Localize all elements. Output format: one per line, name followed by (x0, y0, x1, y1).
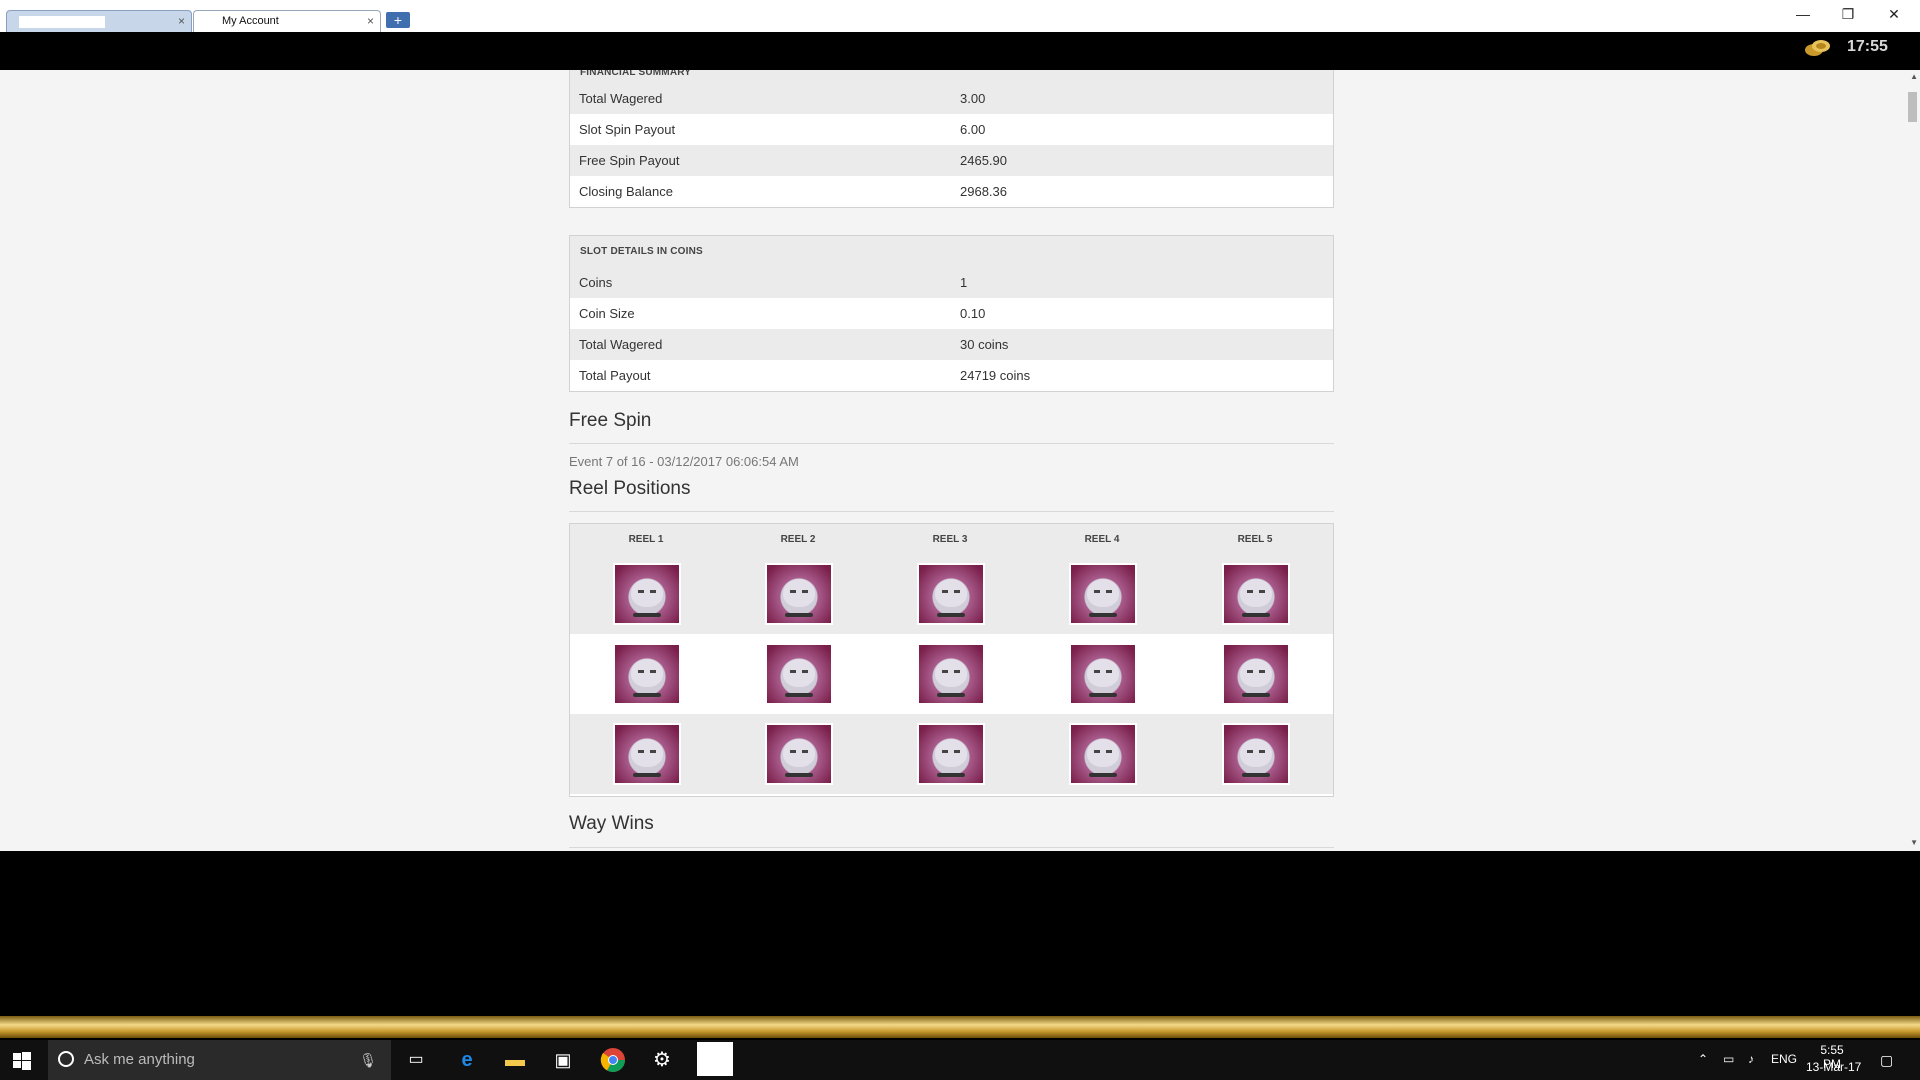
persian-cat-symbol (1069, 643, 1137, 705)
persian-cat-symbol (1222, 723, 1290, 785)
chrome-icon[interactable] (599, 1046, 627, 1074)
reel-row (570, 634, 1333, 714)
reel-header: REEL 4 (1084, 534, 1120, 545)
close-window-icon[interactable]: ✕ (1884, 6, 1904, 23)
chevron-up-icon[interactable]: ⌃ (1698, 1052, 1708, 1066)
settings-icon[interactable]: ⚙ (648, 1046, 676, 1074)
app-clock: 17:55 (1847, 38, 1888, 55)
cortana-icon (58, 1051, 74, 1067)
reel-header-row: REEL 1 REEL 2 REEL 3 REEL 4 REEL 5 (570, 524, 1333, 554)
tab-close-icon[interactable]: × (178, 14, 185, 28)
divider (569, 511, 1334, 512)
row-value: 2968.36 (960, 184, 1007, 199)
persian-cat-symbol (917, 643, 985, 705)
persian-cat-symbol (765, 723, 833, 785)
row-value: 1 (960, 275, 968, 290)
table-row: Slot Spin Payout 6.00 (570, 114, 1333, 145)
free-spin-title: Free Spin (569, 410, 652, 431)
language-indicator[interactable]: ENG (1771, 1052, 1797, 1066)
row-label: Free Spin Payout (579, 153, 680, 168)
gold-divider-bar (0, 1016, 1920, 1038)
action-center-icon[interactable]: ▢ (1880, 1052, 1893, 1069)
row-value: 2465.90 (960, 153, 1007, 168)
reel-header: REEL 1 (628, 534, 664, 545)
vertical-scrollbar[interactable] (1906, 70, 1920, 851)
row-label: Coins (579, 275, 613, 290)
row-value: 0.10 (960, 306, 986, 321)
reel-row (570, 714, 1333, 794)
file-explorer-icon[interactable]: ▬ (501, 1046, 529, 1074)
app-header (0, 32, 1920, 70)
scroll-down-arrow-icon[interactable]: ▼ (1910, 838, 1918, 847)
persian-cat-symbol (765, 563, 833, 625)
row-label: Total Payout (579, 368, 651, 383)
row-label: Total Wagered (579, 91, 663, 106)
row-value: 6.00 (960, 122, 986, 137)
divider (569, 443, 1334, 444)
volume-icon[interactable]: ♪ (1748, 1052, 1754, 1066)
row-label: Closing Balance (579, 184, 673, 199)
table-row: Total Payout 24719 coins (570, 360, 1333, 391)
table-row: Total Wagered 3.00 (570, 83, 1333, 114)
persian-cat-symbol (917, 723, 985, 785)
reel-header: REEL 5 (1237, 534, 1273, 545)
table-row: Total Wagered 30 coins (570, 329, 1333, 360)
persian-cat-symbol (613, 723, 681, 785)
persian-cat-symbol (1222, 643, 1290, 705)
browser-tab-my-account[interactable]: My Account × (193, 10, 381, 33)
windows-start-icon[interactable] (13, 1052, 31, 1070)
persian-cat-symbol (1069, 563, 1137, 625)
row-value: 3.00 (960, 91, 986, 106)
task-view-icon[interactable]: ▭ (402, 1046, 430, 1074)
persian-cat-symbol (1069, 723, 1137, 785)
persian-cat-symbol (1222, 563, 1290, 625)
persian-cat-symbol (917, 563, 985, 625)
browser-tab-1[interactable]: × (6, 10, 192, 33)
slot-details-panel: SLOT DETAILS IN COINS Coins 1 Coin Size … (569, 235, 1334, 392)
reel-positions-grid: REEL 1 REEL 2 REEL 3 REEL 4 REEL 5 (569, 523, 1334, 797)
financial-summary-panel: FINANCIAL SUMMARY Total Wagered 3.00 Slo… (569, 70, 1334, 208)
table-row: Coin Size 0.10 (570, 298, 1333, 329)
financial-summary-heading: FINANCIAL SUMMARY (570, 70, 1333, 83)
restore-icon[interactable]: ❐ (1838, 6, 1858, 23)
edge-icon[interactable]: e (453, 1046, 481, 1074)
persian-cat-symbol (765, 643, 833, 705)
minimize-icon[interactable]: — (1793, 6, 1813, 22)
scroll-up-arrow-icon[interactable]: ▲ (1910, 72, 1918, 81)
reel-header: REEL 3 (932, 534, 968, 545)
row-label: Total Wagered (579, 337, 663, 352)
active-app-icon[interactable] (697, 1042, 733, 1076)
table-row: Free Spin Payout 2465.90 (570, 145, 1333, 176)
row-label: Coin Size (579, 306, 635, 321)
persian-cat-symbol (613, 563, 681, 625)
tab-label: My Account (222, 15, 279, 27)
slot-details-heading: SLOT DETAILS IN COINS (570, 236, 1333, 267)
new-tab-button[interactable]: + (386, 12, 410, 28)
network-icon[interactable]: ▭ (1723, 1052, 1734, 1066)
way-wins-title: Way Wins (569, 813, 654, 834)
taskbar-date[interactable]: 13-Mar-17 (1806, 1060, 1861, 1074)
page-viewport[interactable]: FINANCIAL SUMMARY Total Wagered 3.00 Slo… (0, 70, 1920, 851)
scrollbar-thumb[interactable] (1908, 92, 1917, 122)
persian-cat-symbol (613, 643, 681, 705)
reel-row (570, 554, 1333, 634)
store-icon[interactable]: ▣ (549, 1046, 577, 1074)
table-row: Coins 1 (570, 267, 1333, 298)
microphone-icon[interactable]: 🎙 (359, 1052, 377, 1069)
row-label: Slot Spin Payout (579, 122, 676, 137)
cortana-search-box[interactable]: Ask me anything 🎙 (48, 1040, 391, 1080)
browser-tab-bar: × My Account × + — ❐ ✕ (0, 0, 1920, 33)
search-placeholder: Ask me anything (84, 1051, 195, 1068)
reel-positions-title: Reel Positions (569, 478, 691, 499)
table-row: Closing Balance 2968.36 (570, 176, 1333, 207)
row-value: 24719 coins (960, 368, 1031, 383)
tab-close-icon[interactable]: × (367, 14, 374, 28)
row-value: 30 coins (960, 337, 1009, 352)
divider (569, 847, 1334, 848)
gold-coins-icon (1805, 40, 1830, 56)
tab-title-redacted (19, 16, 105, 28)
windows-taskbar: Ask me anything 🎙 ▭ e ▬ ▣ ⚙ ⌃ ▭ ♪ ENG 5:… (0, 1040, 1920, 1080)
reel-header: REEL 2 (780, 534, 816, 545)
event-info: Event 7 of 16 - 03/12/2017 06:06:54 AM (569, 454, 799, 469)
